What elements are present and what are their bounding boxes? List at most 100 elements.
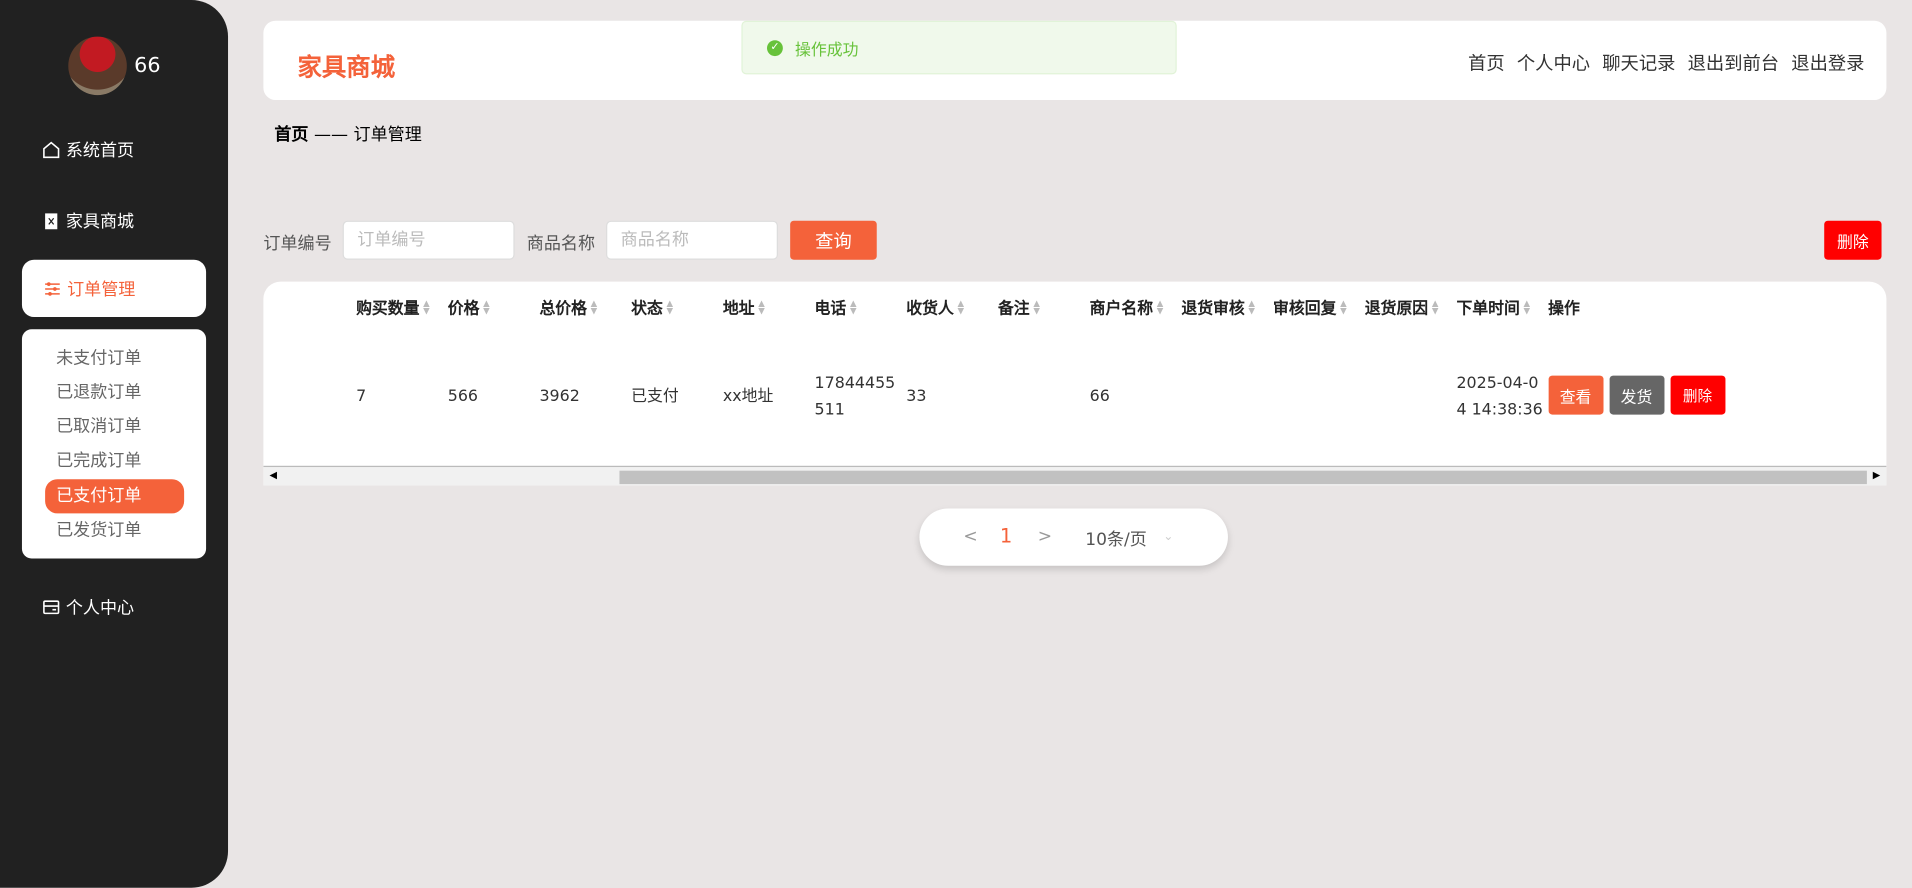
nav-profile[interactable]: 个人中心 [1517,50,1590,76]
sliders-icon [45,281,60,296]
column-header-label: 退货原因 [1364,299,1429,319]
submenu-completed[interactable]: 已完成订单 [45,444,184,478]
orders-table: ◀ ▶ 购买数量 ▲ ▼ 价格 ▲ ▼ 总价格 ▲ ▼ 状态 ▲ ▼ 地址 ▲ ▼ 电话 ▲ ▼ 收货人 ▲ ▼ 备注 ▲ ▼… [263,281,1887,486]
submenu-refunded[interactable]: 已退款订单 [45,376,184,410]
submenu-paid[interactable]: 已支付订单 [45,479,185,514]
product-name-input[interactable] [606,220,778,260]
column-header-label: 总价格 [539,299,588,319]
sort-icon[interactable]: ▲ ▼ [1432,299,1439,315]
table-cell: 2025-04-04 14:38:36 [1456,374,1543,420]
order-no-input[interactable] [342,220,515,260]
sort-icon[interactable]: ▲ ▼ [483,299,490,315]
sidebar-item-label: 个人中心 [65,598,135,619]
nav-chat[interactable]: 聊天记录 [1602,50,1675,76]
sidebar-item-label: 家具商城 [65,212,135,232]
sort-icon[interactable]: ▲ ▼ [667,299,674,315]
column-header[interactable]: 下单时间 ▲ ▼ [1456,295,1531,319]
sort-icon[interactable]: ▲ ▼ [1340,299,1347,315]
sort-icon[interactable]: ▲ ▼ [1157,299,1164,315]
scroll-right-icon[interactable]: ▶ [1873,469,1881,480]
column-header[interactable]: 商户名称 ▲ ▼ [1089,295,1164,319]
search-button[interactable]: 查询 [790,220,877,260]
sidebar-item-orders[interactable]: 订单管理 [21,259,207,318]
column-header-label: 收货人 [906,299,954,319]
column-header-label: 价格 [447,299,480,319]
breadcrumb: 首页 —— 订单管理 [274,122,421,146]
column-header[interactable]: 地址 ▲ ▼ [722,295,765,319]
column-header[interactable]: 总价格 ▲ ▼ [539,295,598,319]
breadcrumb-home[interactable]: 首页 [274,126,308,146]
sidebar-item-label: 系统首页 [65,141,135,161]
username: 66 [134,53,161,79]
wallet-icon [43,600,60,615]
delete-button[interactable]: 删除 [1670,375,1725,415]
column-header-label: 地址 [722,299,755,319]
column-header[interactable]: 备注 ▲ ▼ [997,295,1040,319]
orders-submenu: 未支付订单 已退款订单 已取消订单 已完成订单 已支付订单 已发货订单 [21,329,207,559]
table-cell: 66 [1089,387,1110,407]
bulk-delete-button[interactable]: 删除 [1824,220,1882,260]
page-size-select[interactable]: 10条/页 [1085,527,1147,551]
column-header[interactable]: 收货人 ▲ ▼ [906,295,964,319]
sidebar-item-shop[interactable]: 家具商城 [41,209,134,233]
home-icon [43,141,60,159]
submenu-cancelled[interactable]: 已取消订单 [45,410,184,444]
sort-icon[interactable]: ▲ ▼ [1524,299,1531,315]
column-header[interactable]: 购买数量 ▲ ▼ [356,295,430,319]
sort-icon[interactable]: ▲ ▼ [957,299,964,315]
submenu-shipped[interactable]: 已发货订单 [45,513,184,547]
view-button[interactable]: 查看 [1548,375,1604,415]
column-header-label: 商户名称 [1089,299,1154,319]
sidebar-item-profile[interactable]: 个人中心 [41,595,134,619]
column-header[interactable]: 状态 ▲ ▼ [631,295,674,319]
column-header-label: 操作 [1548,299,1580,319]
nav-logout[interactable]: 退出登录 [1791,50,1864,76]
table-cell: 33 [906,387,927,407]
next-page-button[interactable]: > [1038,527,1052,547]
product-name-label: 商品名称 [526,234,596,254]
breadcrumb-separator: —— [313,125,349,146]
clipboard-icon [45,213,58,230]
order-no-label: 订单编号 [263,234,332,254]
column-header[interactable]: 电话 ▲ ▼ [814,295,857,319]
check-circle-icon: ✓ [767,39,783,56]
column-header-label: 购买数量 [356,299,420,319]
chevron-down-icon[interactable]: ⌄ [1163,530,1173,543]
column-header[interactable]: 操作 [1548,295,1580,318]
column-header[interactable]: 价格 ▲ ▼ [447,295,490,319]
sort-icon[interactable]: ▲ ▼ [758,299,765,315]
column-header-label: 下单时间 [1456,299,1520,319]
sort-icon[interactable]: ▲ ▼ [591,299,598,315]
nav-home[interactable]: 首页 [1468,50,1505,76]
prev-page-button[interactable]: < [963,527,977,547]
ship-button[interactable]: 发货 [1609,375,1664,415]
column-header[interactable]: 审核回复 ▲ ▼ [1273,295,1347,319]
breadcrumb-current: 订单管理 [353,125,422,146]
column-header-label: 电话 [814,299,847,319]
column-header[interactable]: 退货审核 ▲ ▼ [1181,295,1255,319]
pagination: < 1 > 10条/页 ⌄ [919,508,1228,566]
horizontal-scrollbar[interactable]: ◀ ▶ [263,465,1887,486]
column-header-label: 状态 [631,299,663,319]
brand-title: 家具商城 [297,52,396,82]
sort-icon[interactable]: ▲ ▼ [850,299,857,315]
nav-frontend[interactable]: 退出到前台 [1688,50,1779,76]
sidebar: 66 系统首页 家具商城 订单管理 未支付订单 已退款订单 已取消订单 已完成订… [0,0,229,888]
scroll-left-icon[interactable]: ◀ [269,469,277,480]
sort-icon[interactable]: ▲ ▼ [1248,299,1255,315]
top-nav: 首页 个人中心 聊天记录 退出到前台 退出登录 [1468,50,1864,76]
page-1[interactable]: 1 [1000,524,1012,547]
scrollbar-thumb[interactable] [619,470,1867,485]
column-header-label: 备注 [997,299,1030,319]
sidebar-item-home[interactable]: 系统首页 [41,138,134,162]
table-cell: xx地址 [722,387,774,407]
avatar[interactable] [68,36,127,96]
submenu-unpaid[interactable]: 未支付订单 [45,341,184,375]
column-header[interactable]: 退货原因 ▲ ▼ [1364,295,1439,319]
sort-icon[interactable]: ▲ ▼ [1033,299,1040,315]
table-cell: 17844455511 [814,374,896,420]
table-cell: 566 [447,387,479,407]
sort-icon[interactable]: ▲ ▼ [423,299,430,315]
column-header-label: 退货审核 [1181,299,1245,319]
table-cell: 7 [356,387,367,407]
